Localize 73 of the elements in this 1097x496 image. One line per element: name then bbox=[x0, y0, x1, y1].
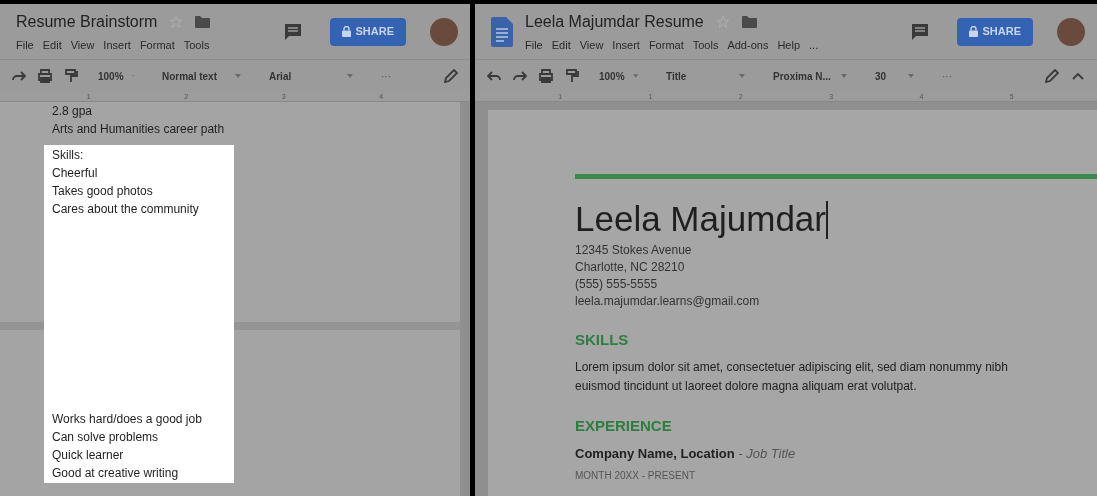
document-text: Quick learner bbox=[52, 447, 125, 464]
more-button[interactable]: ··· bbox=[373, 68, 399, 84]
document-text: Can solve problems bbox=[52, 429, 160, 446]
document-text: Works hard/does a good job bbox=[52, 411, 203, 428]
menu-item[interactable]: Format bbox=[139, 36, 175, 54]
contact-line: leela.majumdar.learns@gmail.com bbox=[575, 293, 761, 310]
lock-icon bbox=[342, 26, 352, 37]
document-title[interactable]: Resume Brainstorm bbox=[16, 9, 158, 34]
share-button[interactable]: SHARE bbox=[957, 17, 1033, 46]
caret-icon bbox=[739, 74, 745, 78]
print-icon[interactable] bbox=[539, 69, 553, 83]
print-icon[interactable] bbox=[38, 69, 52, 83]
section-paragraph: Lorem ipsum dolor sit amet, consectetuer adipiscing elit, sed diam nonummy nibh euismod tincidunt ut laoreet dolore magna aliquam erat volutpat. bbox=[575, 359, 1009, 395]
document-text: Skills: bbox=[52, 147, 85, 164]
more-button[interactable]: ··· bbox=[934, 68, 960, 84]
contact-line: (555) 555-5555 bbox=[575, 276, 659, 293]
comment-icon[interactable] bbox=[284, 22, 303, 41]
caret-icon bbox=[235, 74, 241, 78]
document-text: Good at creative writing bbox=[52, 465, 180, 482]
avatar[interactable] bbox=[1057, 17, 1085, 46]
paint-format-icon[interactable] bbox=[565, 69, 579, 83]
pencil-icon[interactable] bbox=[444, 69, 458, 83]
zoom-dropdown[interactable]: 100% bbox=[90, 64, 142, 88]
folder-icon[interactable] bbox=[741, 15, 757, 28]
document-text: Arts and Humanities career path bbox=[52, 121, 226, 138]
pencil-icon[interactable] bbox=[1045, 69, 1059, 83]
font-dropdown[interactable]: Proxima N... bbox=[765, 64, 855, 88]
menu-item[interactable]: Edit bbox=[42, 36, 62, 54]
caret-icon bbox=[632, 74, 638, 78]
folder-icon[interactable] bbox=[195, 15, 211, 28]
contact-line: Charlotte, NC 28210 bbox=[575, 259, 686, 276]
menu-item[interactable]: Add-ons bbox=[727, 36, 769, 54]
caret-icon bbox=[908, 74, 914, 78]
text-cursor bbox=[825, 201, 828, 239]
font-dropdown[interactable]: Arial bbox=[261, 64, 361, 88]
redo-icon[interactable] bbox=[12, 69, 26, 83]
menu-item[interactable]: Edit bbox=[551, 36, 571, 54]
menu-item[interactable]: Tools bbox=[692, 36, 719, 54]
font-size-dropdown[interactable]: 30 bbox=[867, 64, 922, 88]
menu-item[interactable]: Format bbox=[648, 36, 684, 54]
document-icon[interactable] bbox=[491, 16, 513, 47]
paint-format-icon[interactable] bbox=[64, 69, 78, 83]
resume-name: Leela Majumdar bbox=[575, 199, 826, 239]
section-heading: EXPERIENCE bbox=[575, 416, 673, 436]
comment-icon[interactable] bbox=[911, 22, 930, 41]
share-button[interactable]: SHARE bbox=[330, 17, 406, 46]
style-dropdown[interactable]: Title bbox=[658, 64, 753, 88]
menu-item[interactable]: View bbox=[579, 36, 604, 54]
menu-item[interactable]: View bbox=[70, 36, 95, 54]
document-text: Takes good photos bbox=[52, 183, 154, 200]
menu-item[interactable]: File bbox=[525, 36, 543, 54]
menu-item[interactable]: Insert bbox=[103, 36, 131, 54]
undo-icon[interactable] bbox=[487, 69, 501, 83]
avatar[interactable] bbox=[430, 17, 458, 46]
caret-icon bbox=[347, 74, 353, 78]
menu-item[interactable]: Tools bbox=[183, 36, 210, 54]
menu-item[interactable]: ... bbox=[809, 36, 819, 54]
zoom-dropdown[interactable]: 100% bbox=[591, 64, 646, 88]
document-text: Cares about the community bbox=[52, 201, 200, 218]
menu-item[interactable]: Help bbox=[777, 36, 800, 54]
redo-icon[interactable] bbox=[513, 69, 527, 83]
section-heading: SKILLS bbox=[575, 330, 630, 350]
document-text: 2.8 gpa bbox=[52, 103, 94, 120]
document-text: Cheerful bbox=[52, 165, 99, 182]
document-title[interactable]: Leela Majumdar Resume bbox=[525, 9, 704, 34]
contact-line: 12345 Stokes Avenue bbox=[575, 242, 693, 259]
menu-item[interactable]: Insert bbox=[612, 36, 640, 54]
job-heading: Company Name, Location - Job Title bbox=[575, 445, 797, 463]
lock-icon bbox=[969, 26, 979, 37]
caret-icon bbox=[841, 74, 847, 78]
job-dates: MONTH 20XX - PRESENT bbox=[575, 468, 697, 483]
style-dropdown[interactable]: Normal text bbox=[154, 64, 249, 88]
menu-item[interactable]: File bbox=[16, 36, 34, 54]
